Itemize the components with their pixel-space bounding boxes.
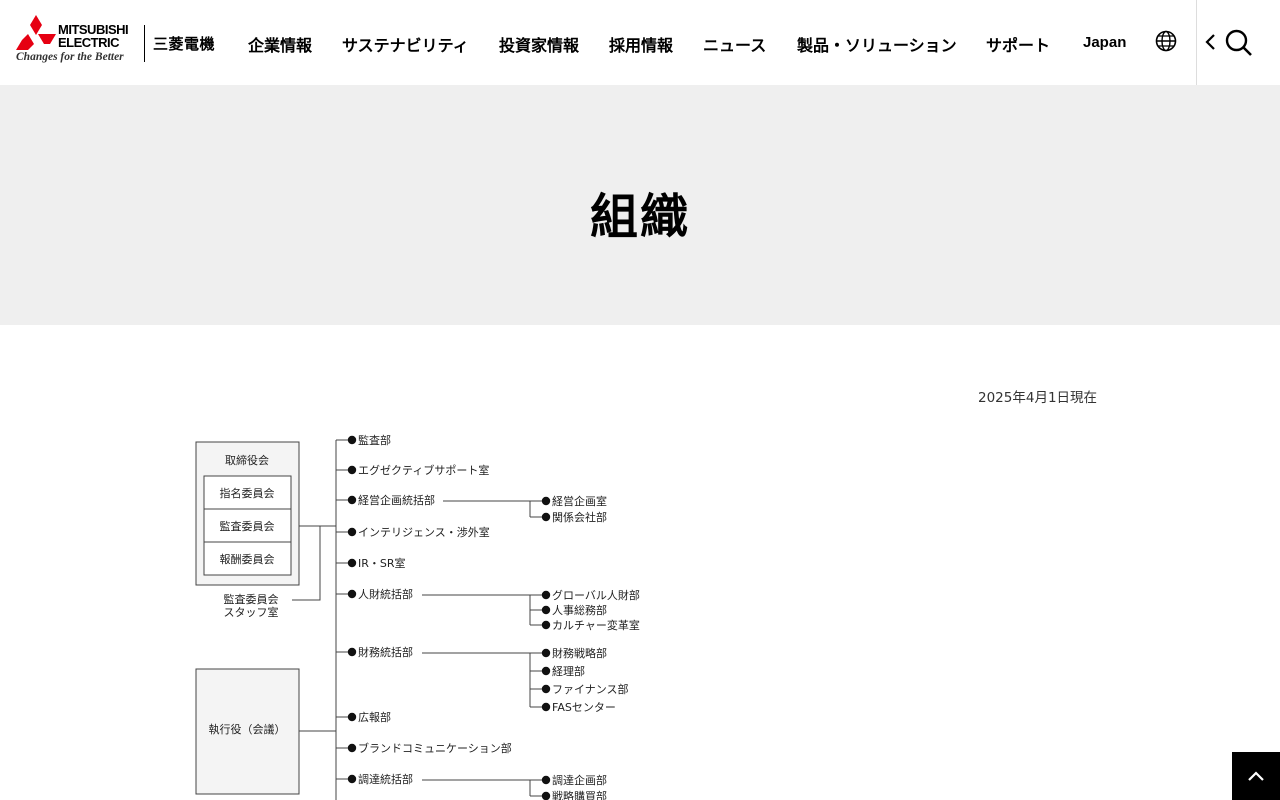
committee-nomination: 指名委員会 — [220, 486, 275, 500]
page-hero: 組織 — [0, 85, 1280, 325]
nav-item-sustainability[interactable]: サステナビリティ — [342, 32, 469, 56]
nav-item-news[interactable]: ニュース — [703, 32, 766, 56]
search-icon[interactable] — [1224, 28, 1254, 58]
department-label: 調達統括部 — [358, 772, 413, 786]
sub-dept-bullet — [541, 605, 551, 615]
nav-item-products[interactable]: 製品・ソリューション — [797, 32, 957, 56]
sub-dept-bullet — [541, 496, 551, 506]
dept-bullet — [347, 743, 357, 753]
globe-icon[interactable] — [1155, 30, 1177, 52]
sub-dept-bullet — [541, 684, 551, 694]
sub-department-label: FASセンター — [552, 701, 616, 714]
dept-bullet — [347, 558, 357, 568]
sub-department-label: カルチャー変革室 — [552, 618, 640, 632]
chevron-left-icon[interactable] — [1203, 32, 1217, 52]
three-diamonds-logo — [16, 15, 56, 50]
header-separator — [1196, 0, 1197, 85]
committees-box — [203, 475, 292, 576]
brand-line2: ELECTRIC — [58, 35, 120, 50]
department-label: 監査部 — [358, 433, 391, 447]
sub-department-label: 経営企画室 — [552, 494, 607, 508]
executive-officers: 執行役（会議） — [209, 722, 286, 736]
scroll-to-top-button[interactable] — [1232, 752, 1280, 800]
sub-department-label: 調達企画部 — [552, 773, 607, 787]
sub-dept-bullet — [541, 512, 551, 522]
department-label: 財務統括部 — [358, 645, 413, 659]
sub-department-label: 財務戦略部 — [552, 646, 607, 660]
dept-bullet — [347, 495, 357, 505]
nav-item-careers[interactable]: 採用情報 — [609, 32, 673, 56]
brand-tagline: Changes for the Better — [16, 51, 124, 63]
dept-bullet — [347, 589, 357, 599]
department-label: エグゼクティブサポート室 — [358, 463, 489, 477]
committee-audit: 監査委員会 — [220, 519, 275, 533]
department-label: 広報部 — [358, 710, 391, 724]
sub-dept-bullet — [541, 620, 551, 630]
nav-item-region[interactable]: Japan — [1083, 34, 1126, 51]
committee-compensation: 報酬委員会 — [220, 553, 275, 566]
brand-kanji[interactable]: 三菱電機 — [153, 33, 215, 54]
dept-bullet — [347, 465, 357, 475]
board-title: 取締役会 — [225, 453, 269, 467]
sub-department-label: グローバル人財部 — [552, 588, 640, 602]
sub-department-label: 人事総務部 — [552, 603, 607, 617]
sub-dept-bullet — [541, 666, 551, 676]
nav-item-support[interactable]: サポート — [986, 32, 1050, 56]
sub-department-label: 経理部 — [552, 664, 585, 678]
dept-bullet — [347, 647, 357, 657]
department-label: ブランドコミュニケーション部 — [358, 741, 512, 755]
department-label: 人財統括部 — [358, 587, 413, 601]
department-label: インテリジェンス・渉外室 — [358, 525, 490, 539]
sub-dept-bullet — [541, 775, 551, 785]
page-title: 組織 — [589, 189, 690, 245]
brand-logo[interactable]: MITSUBISHI ELECTRIC Changes for the Bett… — [16, 13, 138, 65]
sub-department-label: ファイナンス部 — [552, 682, 629, 696]
department-label: 経営企画統括部 — [358, 493, 435, 507]
dept-bullet — [347, 435, 357, 445]
dept-bullet — [347, 712, 357, 722]
nav-item-corporate[interactable]: 企業情報 — [248, 32, 312, 56]
site-header: MITSUBISHI ELECTRIC Changes for the Bett… — [0, 0, 1280, 85]
logo-divider — [144, 25, 145, 62]
dept-bullet — [347, 527, 357, 537]
sub-dept-bullet — [541, 590, 551, 600]
sub-dept-bullet — [541, 702, 551, 712]
nav-item-investors[interactable]: 投資家情報 — [499, 32, 579, 56]
sub-department-label: 戦略購買部 — [552, 789, 607, 800]
department-label: IR・SR室 — [358, 556, 406, 570]
chevron-up-icon — [1248, 771, 1264, 781]
executive-box — [195, 668, 300, 795]
board-box — [195, 441, 300, 586]
audit-staff-line1: 監査委員会 — [224, 592, 279, 606]
as-of-date: 2025年4月1日現在 — [978, 390, 1098, 406]
audit-staff-line2: スタッフ室 — [224, 605, 279, 619]
sub-dept-bullet — [541, 648, 551, 658]
dept-bullet — [347, 774, 357, 784]
sub-dept-bullet — [541, 791, 551, 800]
sub-department-label: 関係会社部 — [552, 510, 607, 524]
